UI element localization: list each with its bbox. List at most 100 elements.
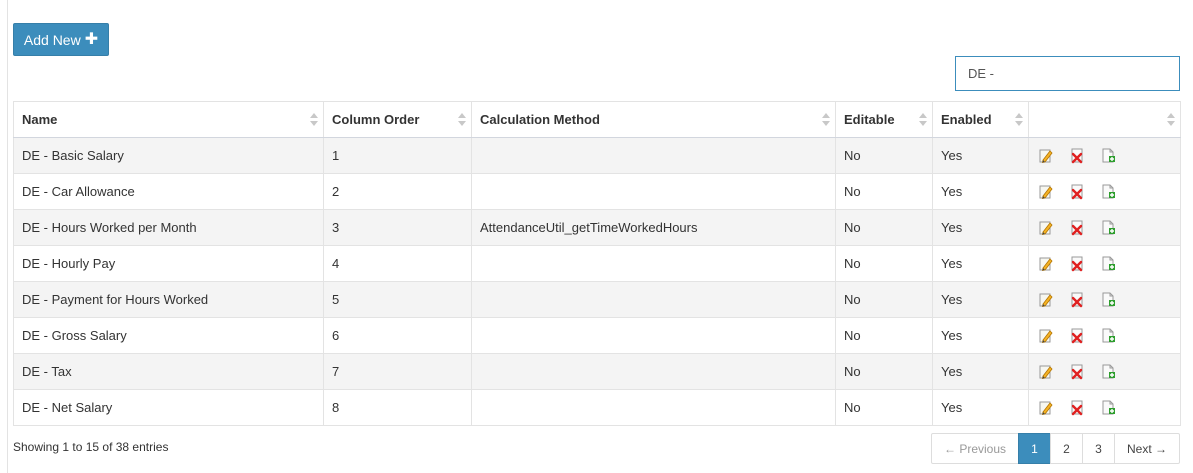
cell-column-order: 4 [323,245,472,282]
copy-icon[interactable] [1100,364,1116,380]
cell-editable: No [835,389,933,426]
cell-actions [1028,245,1181,282]
add-new-button[interactable]: Add New ✚ [13,23,109,56]
copy-icon[interactable] [1100,292,1116,308]
plus-icon: ✚ [84,30,99,48]
table-row: DE - Gross Salary 6 No Yes [13,317,1181,354]
delete-icon[interactable] [1069,220,1085,236]
edit-icon[interactable] [1038,256,1054,272]
cell-editable: No [835,353,933,390]
cell-actions [1028,317,1181,354]
table-header-row: Name Column Order Calculation Method Edi… [13,101,1181,138]
cell-calculation-method [471,353,836,390]
cell-calculation-method [471,173,836,210]
cell-enabled: Yes [932,245,1029,282]
cell-name: DE - Car Allowance [13,173,324,210]
delete-icon[interactable] [1069,292,1085,308]
table-row: DE - Payment for Hours Worked 5 No Yes [13,281,1181,318]
cell-enabled: Yes [932,281,1029,318]
cell-column-order: 5 [323,281,472,318]
page-2-button[interactable]: 2 [1050,433,1083,464]
table-row: DE - Net Salary 8 No Yes [13,389,1181,426]
copy-icon[interactable] [1100,256,1116,272]
cell-actions [1028,353,1181,390]
cell-column-order: 8 [323,389,472,426]
edit-icon[interactable] [1038,220,1054,236]
cell-name: DE - Basic Salary [13,137,324,174]
cell-editable: No [835,173,933,210]
sort-icon [1015,113,1023,127]
cell-actions [1028,173,1181,210]
cell-editable: No [835,209,933,246]
cell-name: DE - Tax [13,353,324,390]
copy-icon[interactable] [1100,328,1116,344]
cell-column-order: 6 [323,317,472,354]
page-1-button[interactable]: 1 [1018,433,1051,464]
pagination: ← Previous 1 2 3 Next → [931,433,1180,464]
cell-enabled: Yes [932,137,1029,174]
sort-icon [919,113,927,127]
header-editable-label: Editable [844,112,895,127]
table-row: DE - Basic Salary 1 No Yes [13,137,1181,174]
cell-column-order: 7 [323,353,472,390]
cell-calculation-method [471,281,836,318]
cell-column-order: 1 [323,137,472,174]
add-new-label: Add New [23,31,81,48]
header-name[interactable]: Name [13,101,324,138]
cell-calculation-method [471,317,836,354]
table-row: DE - Car Allowance 2 No Yes [13,173,1181,210]
table-row: DE - Hourly Pay 4 No Yes [13,245,1181,282]
table-body: DE - Basic Salary 1 No Yes DE - Car Allowanc… [13,137,1181,426]
cell-actions [1028,209,1181,246]
edit-icon[interactable] [1038,328,1054,344]
table-row: DE - Hours Worked per Month 3 AttendanceUt… [13,209,1181,246]
delete-icon[interactable] [1069,148,1085,164]
copy-icon[interactable] [1100,400,1116,416]
header-name-label: Name [22,112,58,127]
cell-name: DE - Hours Worked per Month [13,209,324,246]
header-column-order[interactable]: Column Order [323,101,472,138]
cell-name: DE - Hourly Pay [13,245,324,282]
cell-enabled: Yes [932,353,1029,390]
header-editable[interactable]: Editable [835,101,933,138]
copy-icon[interactable] [1100,184,1116,200]
cell-calculation-method: AttendanceUtil_getTimeWorkedHours [471,209,836,246]
cell-calculation-method [471,137,836,174]
copy-icon[interactable] [1100,148,1116,164]
content-left-border [7,0,8,473]
cell-actions [1028,389,1181,426]
data-table: Name Column Order Calculation Method Edi… [13,101,1181,426]
cell-editable: No [835,245,933,282]
edit-icon[interactable] [1038,364,1054,380]
edit-icon[interactable] [1038,184,1054,200]
header-enabled-label: Enabled [941,112,992,127]
cell-actions [1028,281,1181,318]
delete-icon[interactable] [1069,328,1085,344]
cell-name: DE - Gross Salary [13,317,324,354]
cell-calculation-method [471,389,836,426]
cell-column-order: 3 [323,209,472,246]
header-actions[interactable] [1028,101,1181,138]
cell-enabled: Yes [932,389,1029,426]
page-3-button[interactable]: 3 [1082,433,1115,464]
delete-icon[interactable] [1069,364,1085,380]
delete-icon[interactable] [1069,256,1085,272]
delete-icon[interactable] [1069,184,1085,200]
previous-page-button[interactable]: ← Previous [931,433,1019,464]
cell-actions [1028,137,1181,174]
cell-name: DE - Net Salary [13,389,324,426]
edit-icon[interactable] [1038,400,1054,416]
sort-icon [1167,113,1175,127]
sort-icon [310,113,318,127]
cell-editable: No [835,281,933,318]
copy-icon[interactable] [1100,220,1116,236]
edit-icon[interactable] [1038,292,1054,308]
entries-info: Showing 1 to 15 of 38 entries [13,440,169,454]
edit-icon[interactable] [1038,148,1054,164]
header-calculation-method[interactable]: Calculation Method [471,101,836,138]
header-enabled[interactable]: Enabled [932,101,1029,138]
next-page-button[interactable]: Next → [1114,433,1180,464]
delete-icon[interactable] [1069,400,1085,416]
cell-enabled: Yes [932,209,1029,246]
search-input[interactable] [955,56,1180,91]
